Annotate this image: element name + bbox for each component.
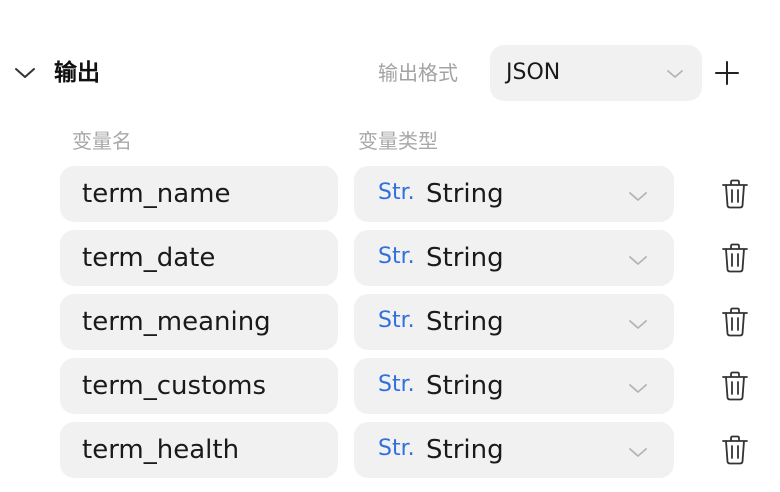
type-value: String — [426, 179, 504, 209]
variable-name-input[interactable]: term_health — [60, 422, 338, 478]
variable-name-input[interactable]: term_name — [60, 166, 338, 222]
variable-type-select[interactable]: Str. String — [354, 294, 674, 350]
variable-name-input[interactable]: term_meaning — [60, 294, 338, 350]
type-badge: Str. — [378, 244, 415, 269]
trash-icon[interactable] — [720, 242, 750, 274]
variable-row: term_meaning Str. String — [0, 294, 780, 350]
variable-row: term_name Str. String — [0, 166, 780, 222]
collapse-chevron-icon[interactable] — [14, 62, 36, 84]
trash-icon[interactable] — [720, 370, 750, 402]
output-section: 输出 输出格式 JSON 变量名 变量类型 term_name Str. Str… — [0, 0, 780, 492]
chevron-down-icon — [628, 251, 648, 270]
variable-type-select[interactable]: Str. String — [354, 358, 674, 414]
add-variable-plus-icon[interactable] — [712, 58, 742, 88]
variable-type-select[interactable]: Str. String — [354, 422, 674, 478]
variable-row: term_health Str. String — [0, 422, 780, 478]
chevron-down-icon — [628, 443, 648, 462]
section-title: 输出 — [54, 60, 100, 86]
output-format-value: JSON — [506, 60, 561, 85]
column-header-type: 变量类型 — [358, 129, 438, 153]
type-badge: Str. — [378, 180, 415, 205]
output-format-label: 输出格式 — [378, 61, 458, 85]
type-badge: Str. — [378, 436, 415, 461]
trash-icon[interactable] — [720, 434, 750, 466]
type-value: String — [426, 307, 504, 337]
variable-type-select[interactable]: Str. String — [354, 230, 674, 286]
type-badge: Str. — [378, 308, 415, 333]
type-badge: Str. — [378, 372, 415, 397]
variable-name-input[interactable]: term_customs — [60, 358, 338, 414]
chevron-down-icon — [628, 315, 648, 334]
chevron-down-icon — [666, 65, 684, 84]
variable-name-input[interactable]: term_date — [60, 230, 338, 286]
output-format-select[interactable]: JSON — [490, 45, 702, 101]
chevron-down-icon — [628, 187, 648, 206]
column-header-name: 变量名 — [72, 129, 132, 153]
chevron-down-icon — [628, 379, 648, 398]
type-value: String — [426, 371, 504, 401]
type-value: String — [426, 243, 504, 273]
trash-icon[interactable] — [720, 306, 750, 338]
variable-type-select[interactable]: Str. String — [354, 166, 674, 222]
trash-icon[interactable] — [720, 178, 750, 210]
variable-row: term_customs Str. String — [0, 358, 780, 414]
type-value: String — [426, 435, 504, 465]
variable-row: term_date Str. String — [0, 230, 780, 286]
